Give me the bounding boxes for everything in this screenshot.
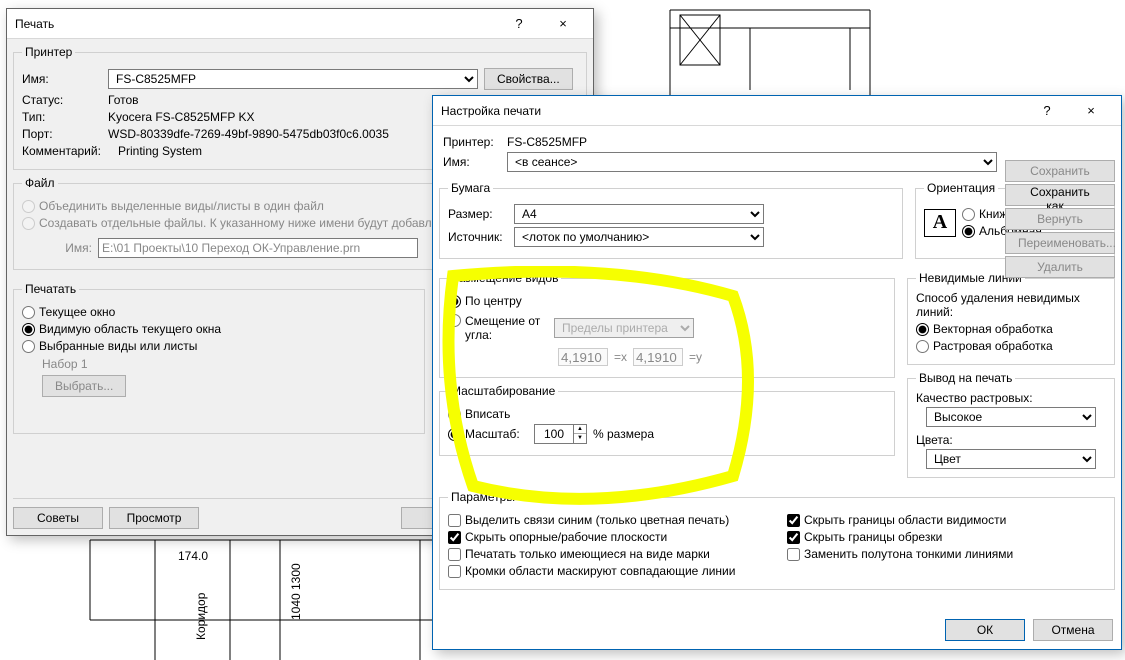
select-sets-button: Выбрать...: [42, 375, 126, 397]
ps-cancel-button[interactable]: Отмена: [1033, 619, 1113, 641]
place-center-radio[interactable]: По центру: [448, 294, 886, 308]
side-revert-button: Вернуть: [1005, 208, 1115, 230]
opt-halftone[interactable]: Заменить полутона тонкими линиями: [787, 547, 1106, 561]
printer-properties-button[interactable]: Свойства...: [484, 68, 573, 90]
opt-blue-links[interactable]: Выделить связи синим (только цветная печ…: [448, 513, 767, 527]
side-save-button: Сохранить: [1005, 160, 1115, 182]
printer-name-select[interactable]: FS-C8525MFP: [108, 69, 478, 89]
cad-dim-3: 1040: [289, 593, 303, 620]
colors-select[interactable]: Цвет: [926, 449, 1096, 469]
ps-help-button[interactable]: ?: [1025, 97, 1069, 125]
hidden-lines-group: Невидимые линии Способ удаления невидимы…: [907, 271, 1115, 365]
offset-y-input: [633, 348, 683, 366]
place-offset-radio[interactable]: Смещение от угла:: [448, 314, 548, 342]
print-setup-dialog: Настройка печати ? × Принтер:FS-C8525MFP…: [432, 95, 1122, 650]
opt-hide-crop[interactable]: Скрыть границы обрезки: [787, 530, 1106, 544]
cad-room-label: Коридор: [194, 592, 208, 640]
range-visible-radio[interactable]: Видимую область текущего окна: [22, 322, 416, 336]
paper-source-select[interactable]: <лоток по умолчанию>: [514, 227, 764, 247]
print-range-group: Печатать Текущее окно Видимую область те…: [13, 282, 425, 434]
range-selected-radio[interactable]: Выбранные виды или листы: [22, 339, 416, 353]
hidden-raster-radio[interactable]: Растровая обработка: [916, 339, 1106, 353]
offset-x-input: [558, 348, 608, 366]
ps-titlebar: Настройка печати ? ×: [433, 96, 1121, 126]
range-current-radio[interactable]: Текущее окно: [22, 305, 416, 319]
orientation-icon: A: [924, 209, 956, 237]
opt-mask-edges[interactable]: Кромки области маскируют совпадающие лин…: [448, 564, 767, 578]
opt-hide-planes[interactable]: Скрыть опорные/рабочие плоскости: [448, 530, 767, 544]
ps-ok-button[interactable]: ОК: [945, 619, 1025, 641]
zoom-scale-radio[interactable]: Масштаб:: [448, 427, 528, 441]
side-rename-button: Переименовать...: [1005, 232, 1115, 254]
print-title: Печать: [15, 17, 497, 31]
cad-dim-1: 174.0: [178, 549, 208, 563]
placement-group: Размещение видов По центру Смещение от у…: [439, 271, 895, 378]
appearance-group: Вывод на печать Качество растровых: Высо…: [907, 371, 1115, 478]
margins-select: Пределы принтера: [554, 318, 694, 338]
spinner-down-icon[interactable]: ▼: [574, 434, 586, 442]
cad-dim-2: 1300: [289, 563, 303, 590]
options-group: Параметры Выделить связи синим (только ц…: [439, 490, 1115, 590]
zoom-value-spinner[interactable]: ▲▼: [534, 424, 587, 444]
opt-tags-only[interactable]: Печатать только имеющиеся на виде марки: [448, 547, 767, 561]
quality-select[interactable]: Высокое: [926, 407, 1096, 427]
ps-name-select[interactable]: <в сеансе>: [507, 152, 997, 172]
side-delete-button: Удалить: [1005, 256, 1115, 278]
tips-button[interactable]: Советы: [13, 507, 103, 529]
ps-title: Настройка печати: [441, 104, 1025, 118]
preview-button[interactable]: Просмотр: [109, 507, 199, 529]
paper-size-select[interactable]: A4: [514, 204, 764, 224]
ps-close-button[interactable]: ×: [1069, 97, 1113, 125]
close-button[interactable]: ×: [541, 10, 585, 38]
spinner-up-icon[interactable]: ▲: [574, 425, 586, 434]
help-button[interactable]: ?: [497, 10, 541, 38]
zoom-group: Масштабирование Вписать Масштаб: ▲▼ % ра…: [439, 384, 895, 456]
side-saveas-button[interactable]: Сохранить как...: [1005, 184, 1115, 206]
opt-hide-scope[interactable]: Скрыть границы области видимости: [787, 513, 1106, 527]
paper-group: Бумага Размер: A4 Источник: <лоток по ум…: [439, 181, 903, 259]
hidden-vector-radio[interactable]: Векторная обработка: [916, 322, 1106, 336]
print-titlebar: Печать ? ×: [7, 9, 593, 39]
zoom-fit-radio[interactable]: Вписать: [448, 407, 886, 421]
file-path-input: [98, 238, 418, 258]
